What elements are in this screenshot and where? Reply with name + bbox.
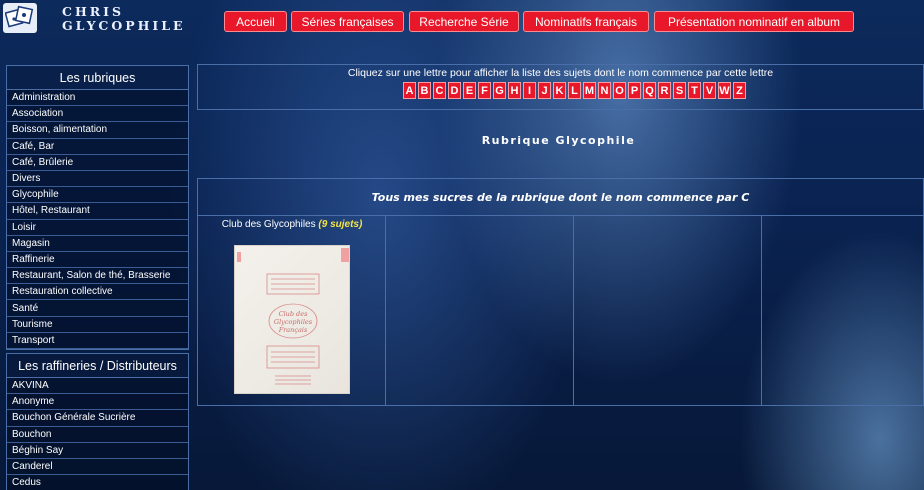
raffineries-panel: Les raffineries / Distributeurs AKVINA A… bbox=[6, 353, 189, 490]
sidebar-item-raffinerie[interactable]: Bouchon bbox=[7, 426, 188, 443]
letter-button-l[interactable]: L bbox=[568, 82, 581, 99]
glycophile-logo-icon[interactable] bbox=[3, 3, 37, 33]
letter-button-g[interactable]: G bbox=[493, 82, 506, 99]
letter-button-v[interactable]: V bbox=[703, 82, 716, 99]
sidebar-item-rubrique[interactable]: Association bbox=[7, 106, 188, 123]
sidebar-item-rubrique[interactable]: Transport bbox=[7, 332, 188, 349]
result-cell-empty bbox=[762, 216, 924, 405]
nav-accueil-button[interactable]: Accueil bbox=[224, 11, 287, 32]
result-item-title[interactable]: Club des Glycophiles (9 sujets) bbox=[198, 219, 386, 230]
result-item-name[interactable]: Club des Glycophiles bbox=[222, 219, 316, 230]
sidebar-item-rubrique[interactable]: Administration bbox=[7, 90, 188, 107]
sidebar-item-rubrique[interactable]: Loisir bbox=[7, 219, 188, 236]
sidebar-item-rubrique[interactable]: Hôtel, Restaurant bbox=[7, 203, 188, 220]
letter-button-w[interactable]: W bbox=[718, 82, 731, 99]
nav-presentation-album-button[interactable]: Présentation nominatif en album bbox=[654, 11, 854, 32]
result-cell-empty bbox=[386, 216, 574, 405]
letter-button-t[interactable]: T bbox=[688, 82, 701, 99]
results-panel: Tous mes sucres de la rubrique dont le n… bbox=[197, 178, 924, 406]
sugar-text-2: Glycophiles bbox=[274, 318, 313, 326]
sidebar-item-rubrique[interactable]: Divers bbox=[7, 170, 188, 188]
letter-buttons: A B C D E F G H I J K L M N O P Q R S T … bbox=[403, 82, 746, 99]
letter-button-h[interactable]: H bbox=[508, 82, 521, 99]
rubrique-title: Rubrique Glycophile bbox=[481, 134, 636, 147]
result-cell-empty bbox=[574, 216, 762, 405]
letter-button-e[interactable]: E bbox=[463, 82, 476, 99]
rubriques-panel: Les rubriques Administration Association… bbox=[6, 65, 189, 350]
letter-button-d[interactable]: D bbox=[448, 82, 461, 99]
top-bar: CHRIS GLYCOPHILE Accueil Séries français… bbox=[0, 0, 924, 44]
sidebar-item-raffinerie[interactable]: Cedus bbox=[7, 475, 188, 490]
sidebar-item-raffinerie[interactable]: Anonyme bbox=[7, 394, 188, 411]
sidebar-item-rubrique[interactable]: Café, Brûlerie bbox=[7, 154, 188, 171]
sidebar-item-rubrique[interactable]: Glycophile bbox=[7, 187, 188, 204]
raffineries-title: Les raffineries / Distributeurs bbox=[7, 354, 188, 378]
sidebar-item-rubrique[interactable]: Restauration collective bbox=[7, 284, 188, 301]
letter-button-n[interactable]: N bbox=[598, 82, 611, 99]
sidebar-item-rubrique[interactable]: Tourisme bbox=[7, 316, 188, 333]
sidebar-item-rubrique[interactable]: Café, Bar bbox=[7, 138, 188, 155]
letter-button-s[interactable]: S bbox=[673, 82, 686, 99]
nav-series-francaises-button[interactable]: Séries françaises bbox=[291, 11, 404, 32]
sugar-packet-image[interactable]: Club des Glycophiles Français bbox=[234, 245, 350, 394]
letter-selector-panel: Cliquez sur une lettre pour afficher la … bbox=[197, 64, 924, 110]
section-heading: Tous mes sucres de la rubrique dont le n… bbox=[371, 190, 750, 204]
sidebar-item-rubrique[interactable]: Santé bbox=[7, 300, 188, 317]
sidebar-item-rubrique[interactable]: Raffinerie bbox=[7, 251, 188, 269]
sidebar-item-raffinerie[interactable]: AKVINA bbox=[7, 378, 188, 395]
letter-button-c[interactable]: C bbox=[433, 82, 446, 99]
letter-button-r[interactable]: R bbox=[658, 82, 671, 99]
letter-button-m[interactable]: M bbox=[583, 82, 596, 99]
letter-button-i[interactable]: I bbox=[523, 82, 536, 99]
logo-line-1: CHRIS bbox=[62, 4, 125, 19]
letter-button-b[interactable]: B bbox=[418, 82, 431, 99]
result-item-count: (9 sujets) bbox=[318, 219, 363, 230]
sidebar-item-raffinerie[interactable]: Canderel bbox=[7, 458, 188, 476]
letter-button-f[interactable]: F bbox=[478, 82, 491, 99]
letter-button-a[interactable]: A bbox=[403, 82, 416, 99]
sidebar-item-raffinerie[interactable]: Béghin Say bbox=[7, 442, 188, 459]
nav-recherche-serie-button[interactable]: Recherche Série bbox=[409, 11, 519, 32]
letter-button-p[interactable]: P bbox=[628, 82, 641, 99]
letter-button-k[interactable]: K bbox=[553, 82, 566, 99]
rubriques-title: Les rubriques bbox=[7, 66, 188, 90]
letters-hint: Cliquez sur une lettre pour afficher la … bbox=[347, 67, 774, 79]
letter-button-z[interactable]: Z bbox=[733, 82, 746, 99]
logo-line-2: GLYCOPHILE bbox=[62, 18, 186, 33]
letter-button-o[interactable]: O bbox=[613, 82, 626, 99]
nav-nominatifs-francais-button[interactable]: Nominatifs français bbox=[523, 11, 649, 32]
result-cell: Club des Glycophiles (9 sujets) Club des… bbox=[198, 216, 386, 405]
sugar-text-1: Club des bbox=[279, 310, 308, 318]
letter-button-j[interactable]: J bbox=[538, 82, 551, 99]
site-logo-text[interactable]: CHRIS GLYCOPHILE bbox=[62, 5, 186, 33]
sidebar-item-rubrique[interactable]: Boisson, alimentation bbox=[7, 122, 188, 139]
sidebar-item-raffinerie[interactable]: Bouchon Générale Sucrière bbox=[7, 410, 188, 427]
sidebar-item-rubrique[interactable]: Restaurant, Salon de thé, Brasserie bbox=[7, 268, 188, 285]
sugar-text-3: Français bbox=[278, 326, 308, 334]
sidebar-item-rubrique[interactable]: Magasin bbox=[7, 235, 188, 252]
letter-button-q[interactable]: Q bbox=[643, 82, 656, 99]
